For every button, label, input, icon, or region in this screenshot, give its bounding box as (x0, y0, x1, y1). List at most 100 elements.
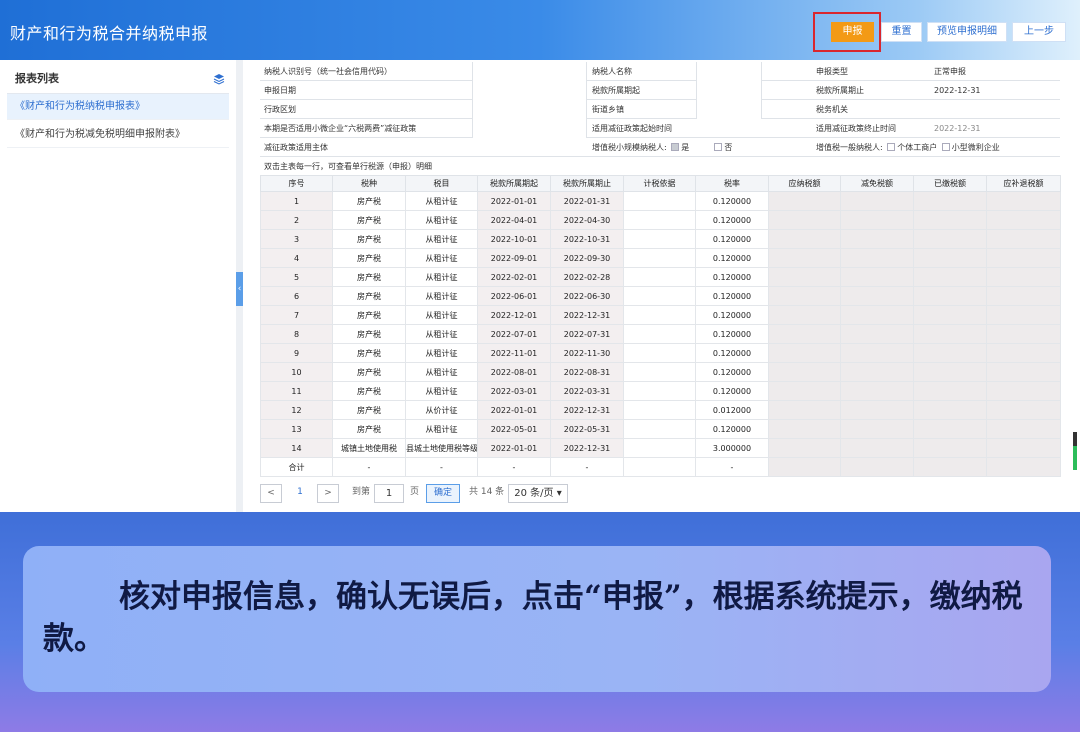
table-cell: 3 (260, 229, 333, 249)
tax-office-label: 税务机关 (816, 105, 848, 114)
table-row[interactable]: 14 城镇土地使用税 县城土地使用税等级 2022-01-01 2022-12-31 3.… (260, 438, 1061, 458)
table-cell (913, 267, 987, 287)
table-body: 1 房产税 从租计征 2022-01-01 2022-01-31 0.120000 2 房产税… (260, 191, 1061, 477)
layers-icon[interactable] (213, 73, 225, 85)
goto-page-input[interactable]: 1 (374, 484, 404, 503)
table-cell: 1 (260, 191, 333, 211)
period-end-value: 2022-12-31 (934, 86, 981, 95)
table-cell (840, 400, 914, 420)
table-cell: - (695, 457, 769, 477)
prev-page-button[interactable]: < (260, 484, 282, 503)
table-cell: 从租计征 (405, 210, 478, 230)
yes-checkbox[interactable] (671, 143, 680, 151)
column-header: 序号 (260, 175, 333, 192)
column-header: 税款所属期起 (477, 175, 551, 192)
reset-button[interactable]: 重置 (881, 22, 922, 42)
sidebar: 报表列表 《财产和行为税纳税申报表》 《财产和行为税减免税明细申报附表》 (0, 60, 236, 512)
table-cell: 房产税 (332, 229, 406, 249)
table-cell: 12 (260, 400, 333, 420)
table-cell: 从租计征 (405, 248, 478, 268)
taxpayer-id-value (472, 62, 587, 81)
page-size-select[interactable]: 20 条/页 ▾ (508, 484, 568, 503)
table-row[interactable]: 2 房产税 从租计征 2022-04-01 2022-04-30 0.120000 (260, 210, 1061, 230)
table-cell (986, 229, 1061, 249)
no-label: 否 (724, 143, 733, 152)
individual-checkbox[interactable] (887, 143, 896, 151)
table-row[interactable]: 10 房产税 从租计征 2022-08-01 2022-08-31 0.120000 (260, 362, 1061, 382)
column-header: 税款所属期止 (550, 175, 624, 192)
goto-label: 到第 (352, 487, 371, 497)
table-cell (913, 457, 987, 477)
table-cell: 9 (260, 343, 333, 363)
table-cell: 2022-05-01 (477, 419, 551, 439)
table-row[interactable]: 6 房产税 从租计征 2022-06-01 2022-06-30 0.120000 (260, 286, 1061, 306)
declare-type-value: 正常申报 (934, 67, 966, 76)
table-cell: 2022-07-31 (550, 324, 624, 344)
sidebar-item-main-form[interactable]: 《财产和行为税纳税申报表》 (7, 94, 229, 120)
period-start-label: 税款所属期起 (592, 86, 640, 95)
table-row[interactable]: 4 房产税 从租计征 2022-09-01 2022-09-30 0.120000 (260, 248, 1061, 268)
current-page[interactable]: 1 (290, 484, 310, 503)
table-cell: 2022-08-01 (477, 362, 551, 382)
table-row[interactable]: 8 房产税 从租计征 2022-07-01 2022-07-31 0.120000 (260, 324, 1061, 344)
table-row[interactable]: 12 房产税 从价计征 2022-01-01 2022-12-31 0.012000 (260, 400, 1061, 420)
table-row[interactable]: 3 房产税 从租计征 2022-10-01 2022-10-31 0.120000 (260, 229, 1061, 249)
micro-checkbox[interactable] (941, 143, 950, 151)
table-cell: 2022-12-31 (550, 400, 624, 420)
table-cell: 2022-02-01 (477, 267, 551, 287)
table-cell (986, 324, 1061, 344)
info-row: 本期是否适用小微企业“六税两费”减征政策 适用减征政策起始时间 适用减征政策终止… (260, 119, 1060, 138)
table-cell: 2022-02-28 (550, 267, 624, 287)
table-cell (623, 324, 696, 344)
period-end-label: 税款所属期止 (816, 86, 864, 95)
table-cell (840, 210, 914, 230)
table-cell: 4 (260, 248, 333, 268)
table-cell (623, 381, 696, 401)
table-cell: 0.012000 (695, 400, 769, 420)
table-cell: 7 (260, 305, 333, 325)
table-cell (623, 267, 696, 287)
page-unit-label: 页 (410, 487, 420, 497)
table-cell: 2022-01-31 (550, 191, 624, 211)
collapse-sidebar-icon[interactable]: ‹ (236, 272, 243, 306)
table-cell: 2022-07-01 (477, 324, 551, 344)
table-hint: 双击主表每一行，可查看单行税源（申报）明细 (264, 162, 432, 171)
scroll-indicator[interactable] (1073, 432, 1077, 472)
table-cell: 房产税 (332, 400, 406, 420)
table-row[interactable]: 13 房产税 从租计征 2022-05-01 2022-05-31 0.120000 (260, 419, 1061, 439)
table-cell (623, 438, 696, 458)
back-button[interactable]: 上一步 (1012, 22, 1066, 42)
table-row[interactable]: 11 房产税 从租计征 2022-03-01 2022-03-31 0.120000 (260, 381, 1061, 401)
table-cell: 0.120000 (695, 210, 769, 230)
table-cell (768, 457, 841, 477)
no-checkbox[interactable] (714, 143, 723, 151)
table-row[interactable]: 1 房产税 从租计征 2022-01-01 2022-01-31 0.120000 (260, 191, 1061, 211)
table-cell: 2022-11-30 (550, 343, 624, 363)
sidebar-item-relief-schedule[interactable]: 《财产和行为税减免税明细申报附表》 (7, 122, 229, 148)
table-cell (840, 457, 914, 477)
table-row[interactable]: 9 房产税 从租计征 2022-11-01 2022-11-30 0.120000 (260, 343, 1061, 363)
column-header: 减免税额 (840, 175, 914, 192)
declare-date-label: 申报日期 (264, 86, 296, 95)
column-header: 应补退税额 (986, 175, 1061, 192)
table-cell (768, 191, 841, 211)
table-cell (840, 248, 914, 268)
table-cell: 2022-06-01 (477, 286, 551, 306)
next-page-button[interactable]: > (317, 484, 339, 503)
table-cell: 8 (260, 324, 333, 344)
small-scale-label: 增值税小规模纳税人: (592, 143, 667, 152)
table-cell: 2022-04-01 (477, 210, 551, 230)
table-row[interactable]: 5 房产税 从租计征 2022-02-01 2022-02-28 0.120000 (260, 267, 1061, 287)
goto-confirm-button[interactable]: 确定 (426, 484, 460, 503)
table-cell: 房产税 (332, 191, 406, 211)
policy-value (472, 119, 587, 138)
table-row[interactable]: 7 房产税 从租计征 2022-12-01 2022-12-31 0.120000 (260, 305, 1061, 325)
table-cell (913, 191, 987, 211)
preview-detail-button[interactable]: 预览申报明细 (927, 22, 1007, 42)
table-cell (840, 381, 914, 401)
table-cell: 从租计征 (405, 229, 478, 249)
table-cell: - (550, 457, 624, 477)
table-cell: 房产税 (332, 305, 406, 325)
table-cell (840, 267, 914, 287)
table-cell: 0.120000 (695, 324, 769, 344)
